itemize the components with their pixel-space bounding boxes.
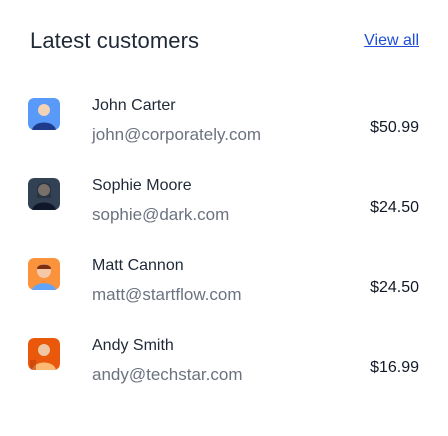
view-all-link[interactable]: View all — [364, 32, 419, 50]
customer-amount: $50.99 — [370, 119, 419, 136]
customer-list: John Carter john@corporately.com $50.99 … — [28, 84, 419, 408]
customer-amount: $16.99 — [370, 359, 419, 376]
customer-avatar-icon — [28, 338, 60, 370]
customer-amount: $24.50 — [370, 279, 419, 296]
customer-avatar-icon — [28, 178, 60, 210]
customer-info: John Carter john@corporately.com — [92, 96, 261, 146]
customer-email: andy@techstar.com — [92, 365, 243, 384]
latest-customers-card: Latest customers View all John Carter jo… — [0, 0, 448, 436]
customer-row[interactable]: Matt Cannon matt@startflow.com $24.50 — [28, 248, 419, 328]
customer-row[interactable]: John Carter john@corporately.com $50.99 — [28, 88, 419, 168]
customer-info: Sophie Moore sophie@dark.com — [92, 176, 229, 226]
customer-amount: $24.50 — [370, 199, 419, 216]
customer-avatar-icon — [28, 98, 60, 130]
customer-info: Matt Cannon matt@startflow.com — [92, 256, 242, 306]
customer-email: sophie@dark.com — [92, 205, 230, 224]
customer-name: John Carter — [92, 97, 176, 114]
customer-email: john@corporately.com — [92, 125, 262, 144]
customer-email: matt@startflow.com — [92, 285, 242, 304]
customer-name: Sophie Moore — [92, 177, 192, 194]
customer-row[interactable]: Sophie Moore sophie@dark.com $24.50 — [28, 168, 419, 248]
customer-row[interactable]: Andy Smith andy@techstar.com $16.99 — [28, 328, 419, 408]
card-header: Latest customers View all — [30, 28, 419, 54]
customer-name: Matt Cannon — [92, 257, 184, 274]
customer-name: Andy Smith — [92, 337, 174, 354]
customer-avatar-icon — [28, 258, 60, 290]
card-title: Latest customers — [30, 28, 200, 53]
customer-info: Andy Smith andy@techstar.com — [92, 336, 243, 386]
